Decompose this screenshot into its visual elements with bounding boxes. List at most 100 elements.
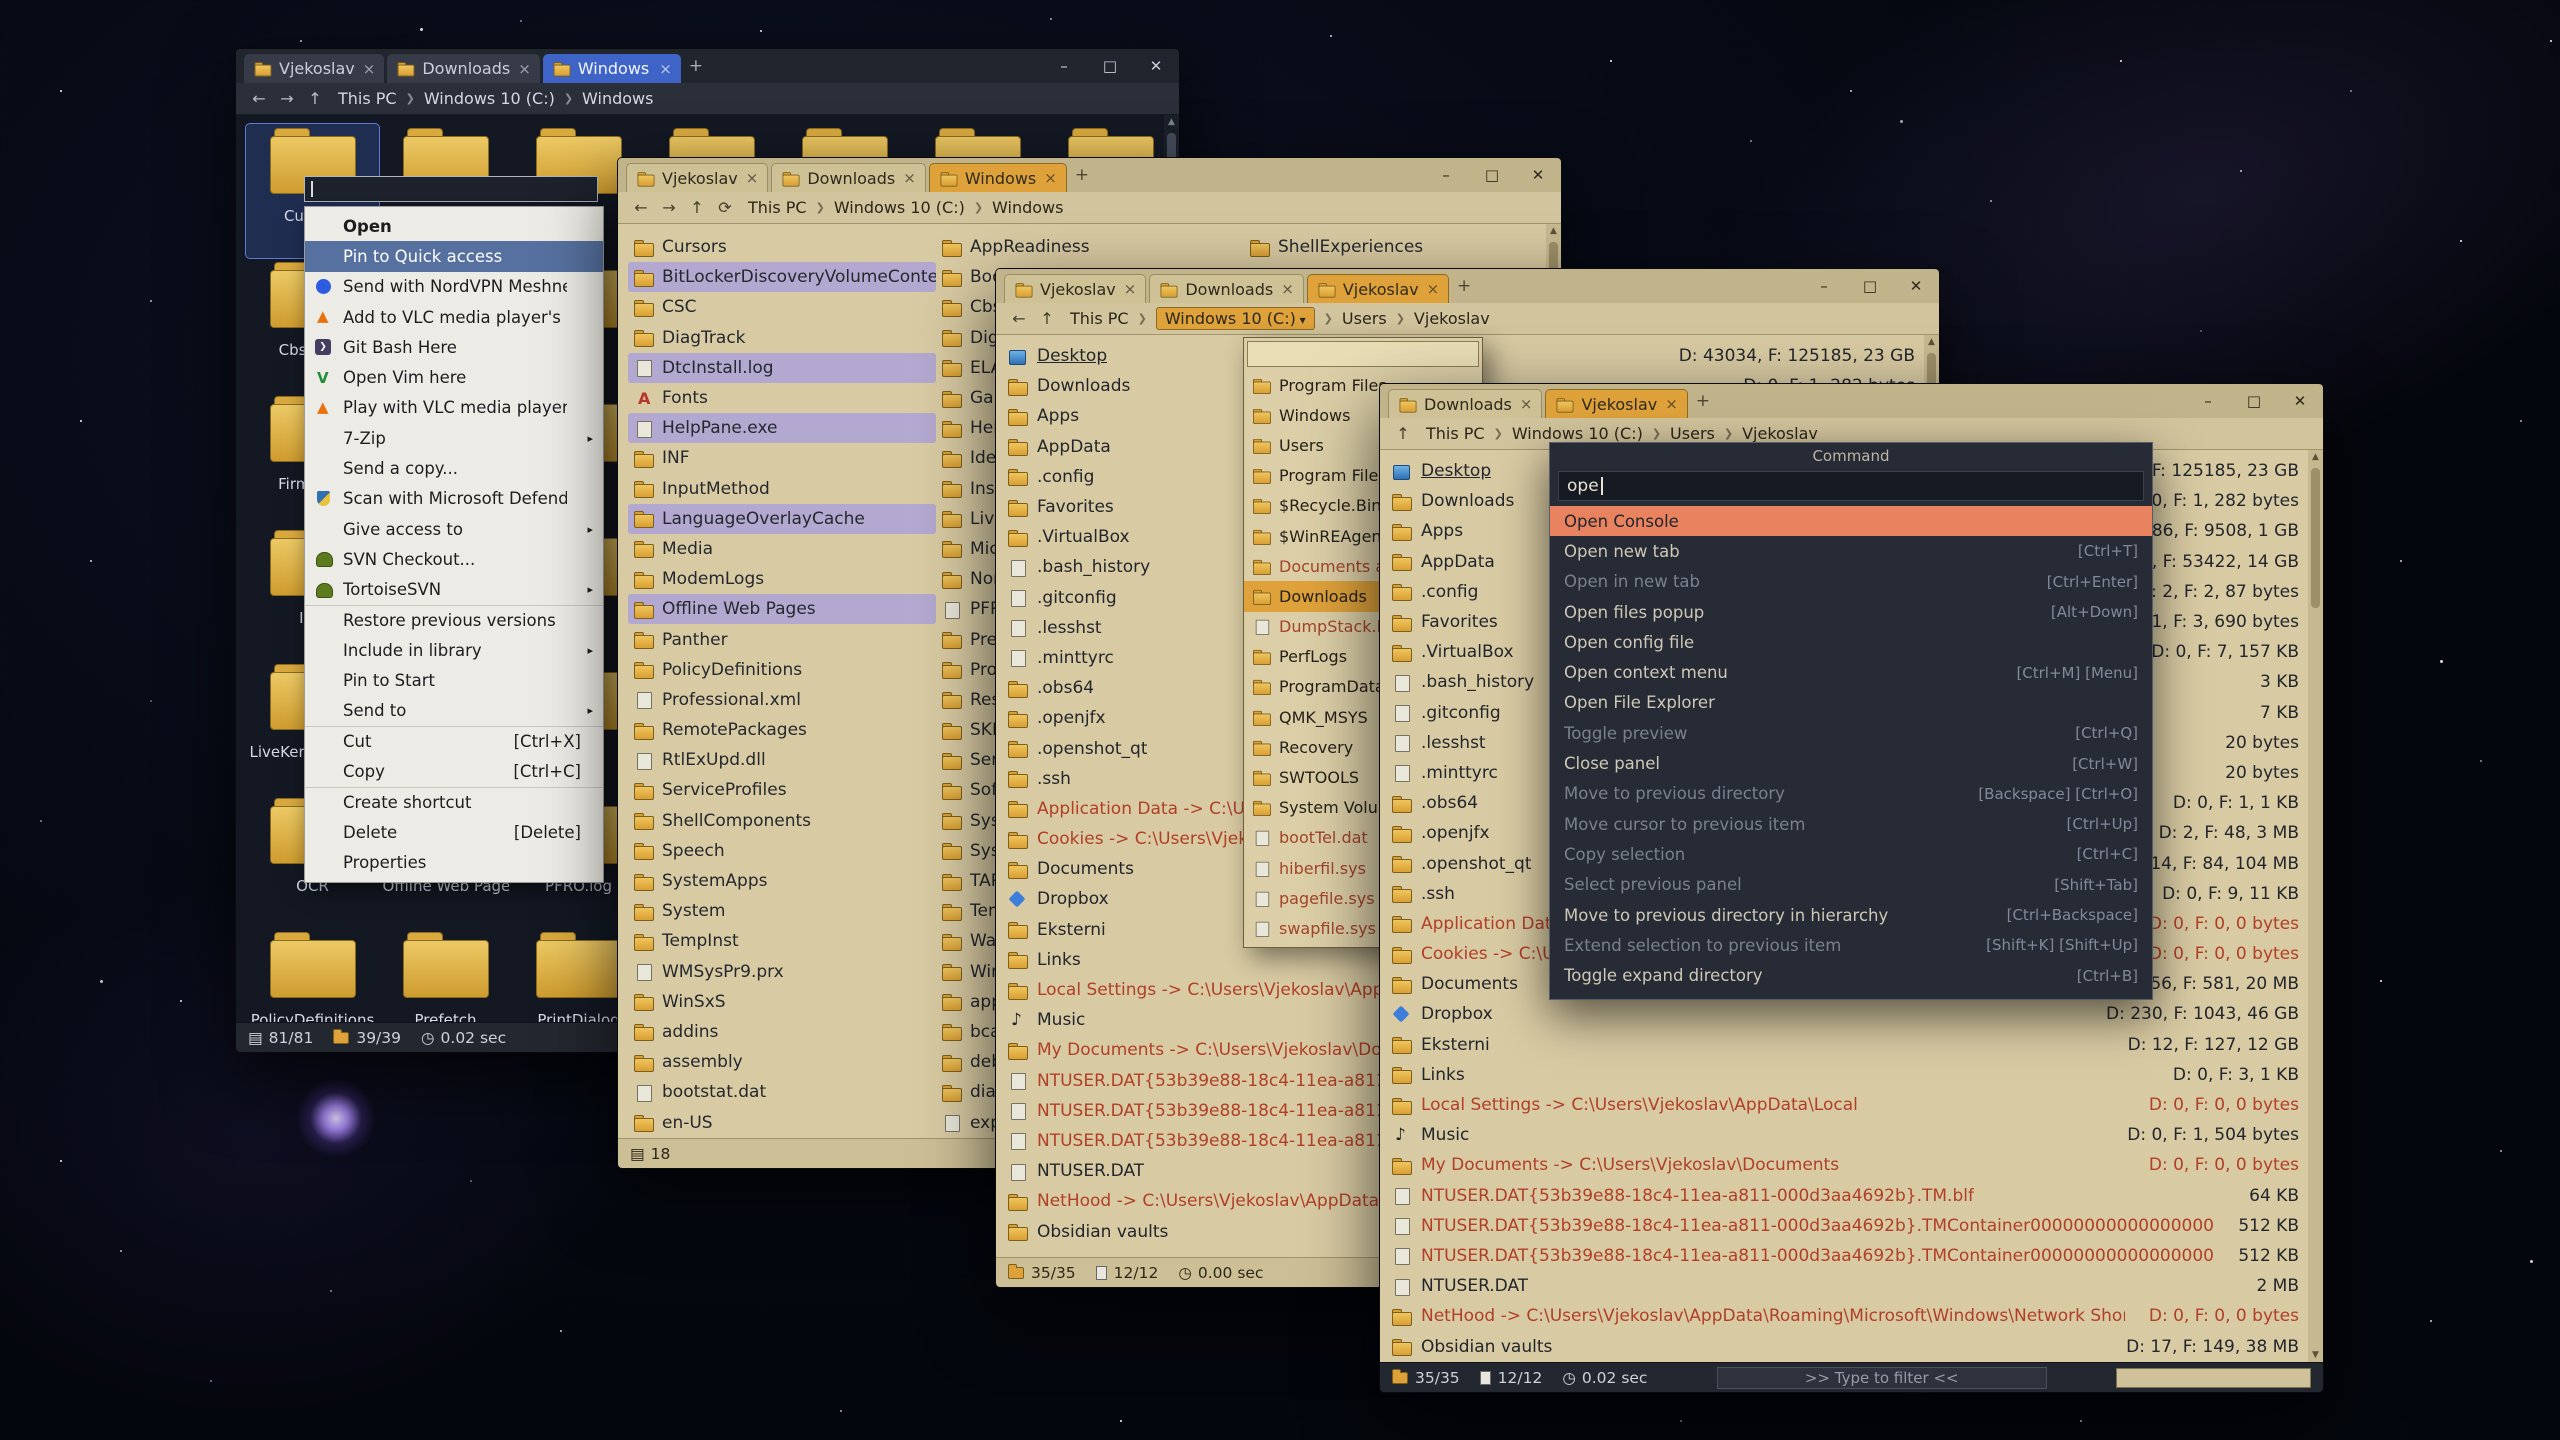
breadcrumb-item[interactable]: Windows 10 (C:) bbox=[807, 198, 965, 217]
context-menu-item[interactable]: Send with NordVPN Meshnet bbox=[305, 272, 603, 302]
file-row[interactable]: Links D: 0, F: 3, 1 KB bbox=[1380, 1060, 2323, 1090]
path-filter-input[interactable] bbox=[1247, 341, 1479, 367]
file-row[interactable]: NetHood -> C:\Users\Vjekoslav\AppData\Ro… bbox=[1380, 1301, 2323, 1331]
file-row[interactable]: NTUSER.DAT{53b39e88-18c4-11ea-a811-000d3… bbox=[1380, 1211, 2323, 1241]
file-row[interactable]: My Documents -> C:\Users\Vjekoslav\Docum… bbox=[1380, 1150, 2323, 1180]
breadcrumb-item[interactable]: Vjekoslav bbox=[1715, 424, 1818, 443]
file-row[interactable]: INF bbox=[628, 443, 936, 473]
refresh-button[interactable]: ⟳ bbox=[712, 198, 738, 217]
breadcrumb-item[interactable]: Windows bbox=[555, 89, 654, 108]
breadcrumb-item[interactable]: Windows bbox=[965, 198, 1064, 217]
file-row[interactable]: AppReadiness bbox=[936, 232, 1244, 262]
back-button[interactable]: ← bbox=[1006, 309, 1032, 328]
file-row[interactable]: RemotePackages bbox=[628, 715, 936, 745]
palette-command-item[interactable]: Move to previous directory [Backspace] [… bbox=[1550, 779, 2152, 809]
context-menu-item[interactable]: Include in library ▸ bbox=[305, 635, 603, 665]
file-row[interactable]: Music D: 0, F: 1, 504 bytes bbox=[1380, 1120, 2323, 1150]
file-row[interactable]: CSC bbox=[628, 292, 936, 322]
tab-close-icon[interactable]: × bbox=[1044, 169, 1057, 187]
tab-close-icon[interactable]: × bbox=[363, 60, 376, 78]
file-row[interactable]: LanguageOverlayCache bbox=[628, 504, 936, 534]
back-button[interactable]: ← bbox=[246, 89, 272, 108]
forward-button[interactable]: → bbox=[656, 198, 682, 217]
palette-command-item[interactable]: Move cursor to previous item [Ctrl+Up] bbox=[1550, 809, 2152, 839]
tab[interactable]: Downloads × bbox=[1149, 274, 1303, 303]
breadcrumb-item[interactable]: This PC bbox=[748, 198, 807, 217]
tab-close-icon[interactable]: × bbox=[1520, 395, 1533, 413]
tab[interactable]: Downloads × bbox=[387, 54, 539, 83]
tab-close-icon[interactable]: × bbox=[903, 169, 916, 187]
type-to-filter-input[interactable]: >> Type to filter << bbox=[1717, 1367, 2047, 1389]
tab-close-icon[interactable]: × bbox=[1427, 280, 1440, 298]
file-row[interactable]: HelpPane.exe bbox=[628, 413, 936, 443]
scroll-up-icon[interactable]: ▲ bbox=[1168, 117, 1175, 127]
palette-command-item[interactable]: Open File Explorer bbox=[1550, 688, 2152, 718]
tab[interactable]: Vjekoslav × bbox=[1545, 389, 1687, 418]
context-menu-item[interactable]: Play with VLC media player bbox=[305, 393, 603, 423]
titlebar[interactable]: Downloads × Vjekoslav × + – □ ✕ bbox=[1380, 384, 2323, 418]
breadcrumb-item[interactable]: Windows 10 (C:) bbox=[397, 89, 555, 108]
minimize-button[interactable]: – bbox=[1801, 269, 1847, 303]
file-row[interactable]: Offline Web Pages bbox=[628, 594, 936, 624]
grid-folder-item[interactable]: Prefetch bbox=[379, 928, 512, 1022]
context-menu-item[interactable]: 7-Zip ▸ bbox=[305, 423, 603, 453]
titlebar[interactable]: Vjekoslav × Downloads × Windows × + – □ … bbox=[618, 158, 1561, 192]
file-row[interactable]: bootstat.dat bbox=[628, 1077, 936, 1107]
context-menu-item[interactable]: Cut [Ctrl+X] bbox=[305, 726, 603, 756]
palette-command-item[interactable]: Move to previous directory in hierarchy … bbox=[1550, 900, 2152, 930]
tab[interactable]: Vjekoslav × bbox=[1307, 274, 1449, 303]
tab[interactable]: Downloads × bbox=[771, 163, 925, 192]
file-row[interactable]: Media bbox=[628, 534, 936, 564]
file-row[interactable]: NTUSER.DAT{53b39e88-18c4-11ea-a811-000d3… bbox=[1380, 1241, 2323, 1271]
file-row[interactable]: InputMethod bbox=[628, 474, 936, 504]
file-row[interactable]: WinSxS bbox=[628, 987, 936, 1017]
tab[interactable]: Vjekoslav × bbox=[244, 54, 384, 83]
file-row[interactable]: TempInst bbox=[628, 926, 936, 956]
context-menu-item[interactable]: Open Vim here bbox=[305, 362, 603, 392]
file-row[interactable]: WMSysPr9.prx bbox=[628, 957, 936, 987]
file-row[interactable]: Eksterni D: 12, F: 127, 12 GB bbox=[1380, 1030, 2323, 1060]
file-row[interactable]: RtlExUpd.dll bbox=[628, 745, 936, 775]
file-row[interactable]: Obsidian vaults D: 17, F: 149, 38 MB bbox=[1380, 1331, 2323, 1361]
scroll-up-icon[interactable]: ▲ bbox=[2312, 452, 2319, 462]
tab[interactable]: Vjekoslav × bbox=[626, 163, 768, 192]
tab-close-icon[interactable]: × bbox=[1281, 280, 1294, 298]
up-button[interactable]: ↑ bbox=[1390, 424, 1416, 443]
palette-command-item[interactable]: Open new tab [Ctrl+T] bbox=[1550, 536, 2152, 566]
breadcrumb-item[interactable]: Users bbox=[1315, 309, 1387, 328]
up-button[interactable]: ↑ bbox=[684, 198, 710, 217]
context-menu-item[interactable]: Copy [Ctrl+C] bbox=[305, 756, 603, 786]
file-row[interactable]: Local Settings -> C:\Users\Vjekoslav\App… bbox=[1380, 1090, 2323, 1120]
scrollbar-thumb[interactable] bbox=[2311, 468, 2320, 608]
file-row[interactable]: BitLockerDiscoveryVolumeContents bbox=[628, 262, 936, 292]
context-menu-item[interactable]: Send a copy... bbox=[305, 453, 603, 483]
forward-button[interactable]: → bbox=[274, 89, 300, 108]
breadcrumb-item[interactable]: Windows 10 (C:) bbox=[1129, 307, 1315, 330]
file-row[interactable]: Panther bbox=[628, 624, 936, 654]
context-menu-item[interactable]: Open bbox=[305, 211, 603, 241]
file-row[interactable]: addins bbox=[628, 1017, 936, 1047]
titlebar[interactable]: Vjekoslav × Downloads × Windows × + – □ … bbox=[236, 49, 1179, 83]
up-button[interactable]: ↑ bbox=[302, 89, 328, 108]
file-row[interactable]: PolicyDefinitions bbox=[628, 655, 936, 685]
file-row[interactable]: NTUSER.DAT 2 MB bbox=[1380, 1271, 2323, 1301]
context-menu-item[interactable]: Pin to Quick access bbox=[305, 241, 603, 271]
grid-folder-item[interactable]: PolicyDefinitions bbox=[246, 928, 379, 1022]
minimize-button[interactable]: – bbox=[1041, 49, 1087, 83]
maximize-button[interactable]: □ bbox=[2231, 384, 2277, 418]
palette-command-item[interactable]: Copy selection [Ctrl+C] bbox=[1550, 839, 2152, 869]
file-row[interactable]: assembly bbox=[628, 1047, 936, 1077]
file-row[interactable]: ShellComponents bbox=[628, 806, 936, 836]
scroll-up-icon[interactable]: ▲ bbox=[1928, 337, 1935, 347]
breadcrumb-item[interactable]: This PC bbox=[338, 89, 397, 108]
tab[interactable]: Windows × bbox=[543, 54, 681, 83]
breadcrumb-item[interactable]: This PC bbox=[1070, 309, 1129, 328]
palette-command-item[interactable]: Open context menu [Ctrl+M] [Menu] bbox=[1550, 657, 2152, 687]
file-row[interactable]: Cursors bbox=[628, 232, 936, 262]
scroll-down-icon[interactable]: ▼ bbox=[2312, 1350, 2319, 1360]
titlebar[interactable]: Vjekoslav × Downloads × Vjekoslav × + – … bbox=[996, 269, 1939, 303]
new-tab-button[interactable]: + bbox=[1452, 276, 1476, 296]
file-row[interactable]: ServiceProfiles bbox=[628, 775, 936, 805]
context-menu-item[interactable]: Create shortcut bbox=[305, 787, 603, 817]
context-menu-item[interactable]: Restore previous versions bbox=[305, 605, 603, 635]
